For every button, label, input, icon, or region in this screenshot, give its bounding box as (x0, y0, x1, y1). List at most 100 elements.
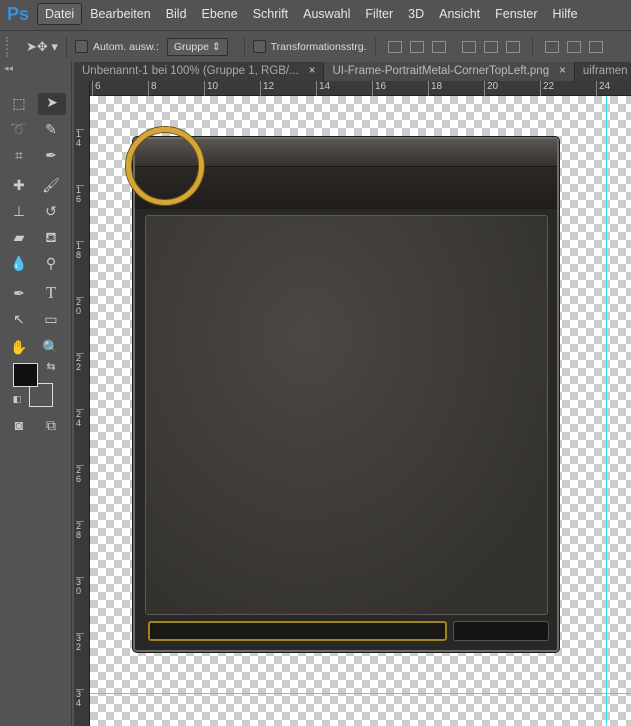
frame-gold-bar (148, 621, 447, 641)
tab-label: UI-Frame-PortraitMetal-CornerTopLeft.png (332, 65, 550, 77)
history-brush-tool-icon[interactable]: ↺ (40, 202, 62, 220)
close-icon[interactable]: × (559, 65, 566, 77)
align-hcenter-icon[interactable] (483, 40, 498, 53)
menu-ebene[interactable]: Ebene (195, 4, 245, 24)
distribute-vcenter-icon[interactable] (566, 40, 581, 53)
move-tool-preset-icon[interactable]: ➤✥ ▾ (26, 39, 58, 55)
distribute-top-icon[interactable] (544, 40, 559, 53)
align-right-icon[interactable] (505, 40, 520, 53)
menu-fenster[interactable]: Fenster (488, 4, 544, 24)
brush-tool-icon[interactable]: 🖌 (40, 176, 62, 194)
transform-controls-label: Transformationsstrg. (270, 40, 367, 53)
tab-label: uiframen (582, 65, 628, 77)
tab-ui-frame-corner[interactable]: UI-Frame-PortraitMetal-CornerTopLeft.png… (324, 62, 575, 81)
swap-colors-icon[interactable]: ⇆ (40, 358, 62, 376)
menu-bar: Ps Datei Bearbeiten Bild Ebene Schrift A… (0, 0, 631, 28)
horizontal-ruler: 6 8 10 12 14 16 18 20 22 24 (90, 81, 631, 96)
menu-auswahl[interactable]: Auswahl (296, 4, 357, 24)
blur-tool-icon[interactable]: 💧 (8, 254, 30, 272)
ruler-label: 20 (484, 81, 498, 96)
type-tool-icon[interactable]: T (40, 284, 62, 302)
rectangle-tool-icon[interactable]: ▭ (40, 310, 62, 328)
ruler-label: 8 (148, 81, 157, 96)
tab-unbenannt-1[interactable]: Unbenannt-1 bei 100% (Gruppe 1, RGB/... × (74, 62, 325, 81)
divider (531, 36, 533, 57)
ruler-label: 22 (540, 81, 554, 96)
ruler-label: 32 (76, 633, 84, 652)
align-top-icon[interactable] (387, 40, 402, 53)
menu-ansicht[interactable]: Ansicht (432, 4, 487, 24)
align-bottom-icon[interactable] (431, 40, 446, 53)
foreground-color-swatch[interactable] (13, 363, 38, 387)
divider (65, 36, 67, 57)
frame-dark-bar (453, 621, 549, 641)
tools-panel: ◂◂ ⬚ ➤ ➰ ✎ ⌗ ✒ ✚ 🖌 ⊥ ↺ ▰ ⛾ 💧 ⚲ ✒ T ↖ ▭ ✋… (0, 62, 72, 726)
tab-label: Unbenannt-1 bei 100% (Gruppe 1, RGB/... (82, 65, 299, 77)
menu-bild[interactable]: Bild (159, 4, 194, 24)
ruler-label: 28 (76, 521, 84, 540)
document-tabs: Unbenannt-1 bei 100% (Gruppe 1, RGB/... ×… (74, 62, 631, 81)
ruler-label: 30 (76, 577, 84, 596)
menu-3d[interactable]: 3D (401, 4, 431, 24)
crop-tool-icon[interactable]: ⌗ (8, 146, 30, 164)
divider (243, 36, 245, 57)
pen-tool-icon[interactable]: ✒ (8, 284, 30, 302)
auto-select-label: Autom. ausw.: (92, 40, 159, 53)
menu-filter[interactable]: Filter (358, 4, 400, 24)
photoshop-logo: Ps (7, 3, 30, 24)
ruler-label: 24 (596, 81, 610, 96)
align-left-icon[interactable] (461, 40, 476, 53)
marquee-tool-icon[interactable]: ⬚ (8, 94, 30, 112)
collapse-panel-icon[interactable]: ◂◂ (4, 63, 13, 74)
ruler-label: 26 (76, 465, 84, 484)
ruler-label: 14 (76, 129, 84, 148)
paint-bucket-tool-icon[interactable]: ⛾ (40, 228, 62, 246)
frame-inner-panel (145, 215, 548, 615)
horizontal-guide[interactable] (90, 693, 631, 694)
ruler-label: 12 (260, 81, 274, 96)
hand-tool-icon[interactable]: ✋ (8, 338, 30, 356)
screen-mode-icon[interactable]: ⧉ (40, 416, 62, 434)
portrait-frame-artwork (133, 137, 559, 652)
move-tool-icon[interactable]: ➤ (38, 93, 66, 115)
lasso-tool-icon[interactable]: ➰ (8, 120, 30, 138)
document-canvas[interactable] (90, 96, 631, 726)
ruler-label: 22 (76, 353, 84, 372)
auto-select-checkbox[interactable] (74, 40, 88, 53)
eraser-tool-icon[interactable]: ▰ (8, 228, 30, 246)
ruler-label: 6 (92, 81, 101, 96)
quick-mask-icon[interactable]: ◙ (8, 416, 30, 434)
menu-hilfe[interactable]: Hilfe (546, 4, 585, 24)
ruler-label: 34 (76, 689, 84, 708)
dodge-tool-icon[interactable]: ⚲ (40, 254, 62, 272)
ruler-label: 18 (76, 241, 84, 260)
eyedropper-tool-icon[interactable]: ✒ (40, 146, 62, 164)
options-bar: ➤✥ ▾ Autom. ausw.: Gruppe ⇕ Transformati… (0, 30, 631, 62)
distribute-bottom-icon[interactable] (588, 40, 603, 53)
menu-bearbeiten[interactable]: Bearbeiten (83, 4, 157, 24)
grip-handle[interactable] (6, 36, 12, 57)
ruler-label: 14 (316, 81, 330, 96)
menu-schrift[interactable]: Schrift (246, 4, 295, 24)
portrait-gold-ring (126, 127, 204, 205)
path-selection-tool-icon[interactable]: ↖ (8, 310, 30, 328)
divider (374, 36, 376, 57)
tab-uiframe[interactable]: uiframen (575, 62, 631, 81)
clone-stamp-tool-icon[interactable]: ⊥ (8, 202, 30, 220)
menu-datei[interactable]: Datei (37, 3, 83, 25)
ruler-label: 10 (204, 81, 218, 96)
transform-controls-checkbox[interactable] (252, 40, 266, 53)
vertical-guide[interactable] (606, 96, 607, 726)
quick-selection-tool-icon[interactable]: ✎ (40, 120, 62, 138)
ruler-label: 18 (428, 81, 442, 96)
ruler-label: 20 (76, 297, 84, 316)
align-vcenter-icon[interactable] (409, 40, 424, 53)
auto-select-dropdown[interactable]: Gruppe ⇕ (166, 37, 228, 56)
vertical-ruler: 14 16 18 20 22 24 26 28 30 32 34 (74, 81, 90, 726)
ruler-label: 16 (372, 81, 386, 96)
close-icon[interactable]: × (309, 65, 316, 77)
auto-select-value: Gruppe (173, 40, 209, 53)
zoom-tool-icon[interactable]: 🔍 (40, 338, 62, 356)
default-colors-icon[interactable]: ◧ (6, 390, 28, 408)
healing-brush-tool-icon[interactable]: ✚ (8, 176, 30, 194)
